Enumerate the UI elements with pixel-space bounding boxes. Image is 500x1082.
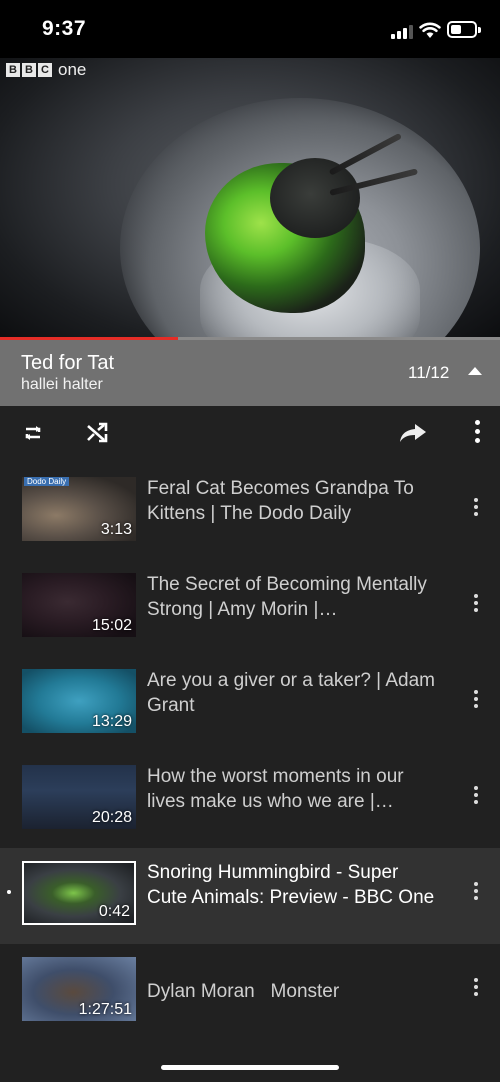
playlist-controls [0,406,500,462]
video-thumbnail: 0:42 [22,861,136,925]
playlist-owner: hallei halter [21,376,103,393]
playlist-item[interactable]: 15:02 The Secret of Becoming Mentally St… [0,560,500,656]
collapse-icon[interactable] [468,367,482,375]
video-title: How the worst moments in our lives make … [147,766,404,812]
video-duration: 15:02 [91,617,132,634]
shuffle-icon[interactable] [82,418,112,448]
video-thumbnail: 20:28 [22,765,136,829]
more-vert-icon[interactable] [462,418,492,448]
video-duration: 0:42 [98,903,130,920]
video-title: Snoring Hummingbird - Super Cute Animals… [147,862,435,908]
playlist-item[interactable]: 13:29 Are you a giver or a taker? | Adam… [0,656,500,752]
video-thumbnail: 13:29 [22,669,136,733]
home-indicator[interactable] [161,1065,339,1070]
video-thumbnail: 15:02 [22,573,136,637]
playlist-item[interactable]: 1:27:51 Dylan Moran Monster [0,944,500,1040]
signal-icon [391,25,415,39]
item-more-icon[interactable] [468,496,484,520]
status-bar: 9:37 [0,0,500,58]
video-title: The Secret of Becoming Mentally Strong |… [147,574,427,620]
now-playing-indicator [7,890,11,894]
video-title: Are you a giver or a taker? | Adam Grant [147,670,435,716]
channel-logo: B B C one [6,61,86,78]
video-duration: 1:27:51 [78,1001,132,1018]
playlist-position: 11/12 [408,363,450,382]
video-title: Dylan Moran Monster [147,981,340,1002]
battery-icon [447,21,481,38]
status-time: 9:37 [42,17,87,40]
playlist-item[interactable]: 20:28 How the worst moments in our lives… [0,752,500,848]
video-player[interactable]: B B C one [0,58,500,339]
video-thumbnail: 1:27:51 [22,957,136,1021]
video-duration: 20:28 [91,809,132,826]
playlist-header[interactable]: Ted for Tat hallei halter 11/12 [0,340,500,406]
playlist-title: Ted for Tat [21,352,115,374]
item-more-icon[interactable] [468,976,484,1000]
playlist-item[interactable]: Dodo Daily 3:13 Feral Cat Becomes Grandp… [0,464,500,560]
item-more-icon[interactable] [468,784,484,808]
thumbnail-tag: Dodo Daily [24,477,70,486]
video-duration: 13:29 [91,713,132,730]
share-icon[interactable] [398,418,428,448]
playlist-item-current[interactable]: 0:42 Snoring Hummingbird - Super Cute An… [0,848,500,944]
video-title: Feral Cat Becomes Grandpa To Kittens | T… [147,478,414,524]
item-more-icon[interactable] [468,880,484,904]
video-duration: 3:13 [100,521,132,538]
video-thumbnail: Dodo Daily 3:13 [22,477,136,541]
wifi-icon [419,22,441,38]
repeat-icon[interactable] [18,418,48,448]
item-more-icon[interactable] [468,688,484,712]
item-more-icon[interactable] [468,592,484,616]
